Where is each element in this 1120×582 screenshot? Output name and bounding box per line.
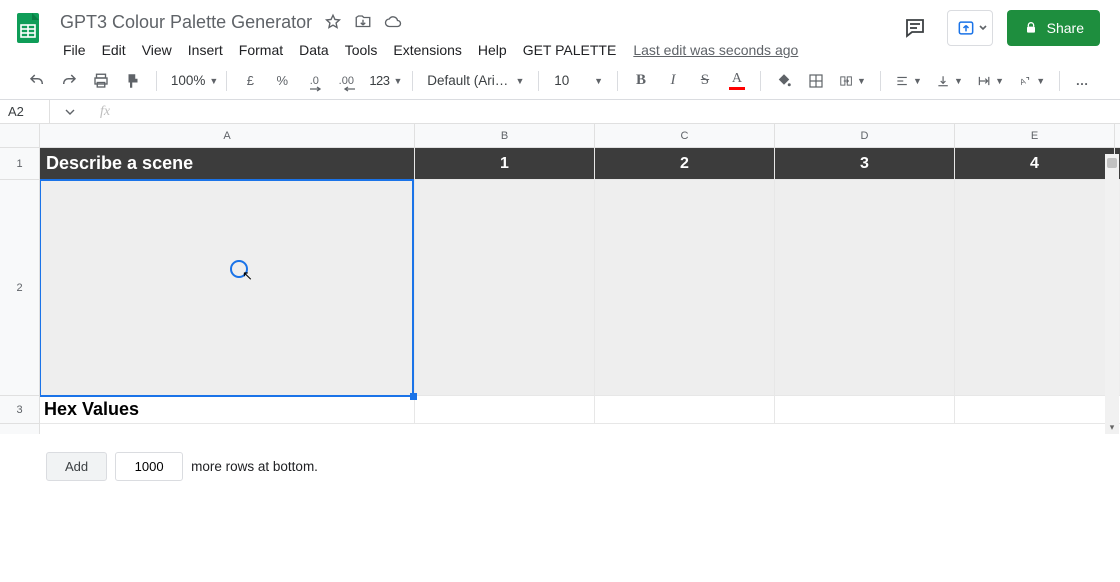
percent-button[interactable]: % (269, 68, 295, 94)
zoom-dropdown[interactable]: 100%▼ (167, 73, 217, 88)
halign-dropdown[interactable]: ▼ (891, 72, 926, 90)
col-header-b[interactable]: B (415, 124, 595, 147)
increase-decimal-button[interactable]: .00 (333, 68, 359, 94)
add-rows-input[interactable] (115, 452, 183, 481)
decrease-decimal-button[interactable]: .0 (301, 68, 327, 94)
fx-icon: fx (90, 100, 120, 123)
share-label: Share (1047, 20, 1084, 36)
add-rows-bar: Add more rows at bottom. (0, 434, 1120, 491)
text-color-button[interactable]: A (724, 68, 750, 94)
menu-data[interactable]: Data (292, 38, 336, 62)
cell-e1[interactable]: 4 (955, 148, 1115, 179)
formula-bar[interactable] (120, 100, 1120, 123)
vertical-scrollbar[interactable]: ▴ ▾ (1105, 154, 1119, 434)
col-header-c[interactable]: C (595, 124, 775, 147)
rotate-dropdown[interactable]: A▼ (1014, 72, 1049, 90)
cell-b1[interactable]: 1 (415, 148, 595, 179)
svg-text:A: A (1019, 76, 1028, 87)
cell-c2[interactable] (595, 180, 775, 395)
bold-button[interactable]: B (628, 68, 654, 94)
toolbar: 100%▼ £ % .0 .00 123▼ Default (Ari…▼ 10▼… (0, 62, 1120, 100)
sheets-logo[interactable] (8, 8, 48, 48)
cloud-status-icon[interactable] (384, 13, 402, 31)
menu-file[interactable]: File (56, 38, 93, 62)
cell-e3[interactable] (955, 396, 1115, 423)
menu-insert[interactable]: Insert (181, 38, 230, 62)
present-button[interactable] (947, 10, 993, 46)
italic-button[interactable]: I (660, 68, 686, 94)
share-button[interactable]: Share (1007, 10, 1100, 46)
comments-icon[interactable] (897, 10, 933, 46)
select-all-corner[interactable] (0, 124, 39, 148)
print-icon[interactable] (88, 68, 114, 94)
font-dropdown[interactable]: Default (Ari…▼ (423, 73, 528, 88)
cell-e2[interactable] (955, 180, 1115, 395)
col-header-e[interactable]: E (955, 124, 1115, 147)
cell-d3[interactable] (775, 396, 955, 423)
cell-c3[interactable] (595, 396, 775, 423)
merge-dropdown[interactable]: ▼ (835, 72, 870, 90)
wrap-dropdown[interactable]: ▼ (973, 72, 1008, 90)
fill-color-button[interactable] (771, 68, 797, 94)
cell-a3[interactable]: Hex Values (40, 396, 415, 423)
scrollbar-thumb[interactable] (1107, 158, 1117, 168)
menu-bar: File Edit View Insert Format Data Tools … (52, 34, 897, 62)
formula-row: A2 fx (0, 100, 1120, 124)
add-rows-suffix: more rows at bottom. (191, 459, 318, 474)
undo-icon[interactable] (24, 68, 50, 94)
font-size-dropdown[interactable]: 10▼ (549, 73, 607, 88)
cell-b3[interactable] (415, 396, 595, 423)
cell-a2[interactable] (40, 180, 415, 395)
row-header-1[interactable]: 1 (0, 148, 39, 180)
app-header: GPT3 Colour Palette Generator File Edit … (0, 0, 1120, 62)
cell-a1[interactable]: Describe a scene (40, 148, 415, 179)
menu-edit[interactable]: Edit (95, 38, 133, 62)
number-format-dropdown[interactable]: 123▼ (365, 73, 402, 88)
menu-extensions[interactable]: Extensions (386, 38, 468, 62)
row-header-2[interactable]: 2 (0, 180, 39, 396)
redo-icon[interactable] (56, 68, 82, 94)
last-edit-link[interactable]: Last edit was seconds ago (633, 42, 798, 58)
cell-b2[interactable] (415, 180, 595, 395)
toolbar-more-button[interactable]: … (1070, 68, 1096, 94)
add-rows-button[interactable]: Add (46, 452, 107, 481)
menu-format[interactable]: Format (232, 38, 290, 62)
currency-button[interactable]: £ (237, 68, 263, 94)
spreadsheet-grid[interactable]: 1 2 3 A B C D E Describe a scene 1 2 3 4… (0, 124, 1120, 434)
selection-handle[interactable] (410, 393, 417, 400)
col-header-d[interactable]: D (775, 124, 955, 147)
menu-view[interactable]: View (135, 38, 179, 62)
cursor-icon: ↖ (242, 268, 253, 284)
col-header-a[interactable]: A (40, 124, 415, 147)
move-icon[interactable] (354, 13, 372, 31)
menu-tools[interactable]: Tools (338, 38, 385, 62)
cell-d1[interactable]: 3 (775, 148, 955, 179)
paint-format-icon[interactable] (120, 68, 146, 94)
cell-c1[interactable]: 2 (595, 148, 775, 179)
menu-help[interactable]: Help (471, 38, 514, 62)
borders-button[interactable] (803, 68, 829, 94)
cell-d2[interactable] (775, 180, 955, 395)
name-box[interactable]: A2 (0, 100, 50, 123)
star-icon[interactable] (324, 13, 342, 31)
menu-get-palette[interactable]: GET PALETTE (516, 38, 624, 62)
valign-dropdown[interactable]: ▼ (932, 72, 967, 90)
doc-title[interactable]: GPT3 Colour Palette Generator (60, 10, 312, 34)
row-header-3[interactable]: 3 (0, 396, 39, 424)
name-box-dropdown[interactable] (50, 100, 90, 123)
strikethrough-button[interactable]: S (692, 68, 718, 94)
